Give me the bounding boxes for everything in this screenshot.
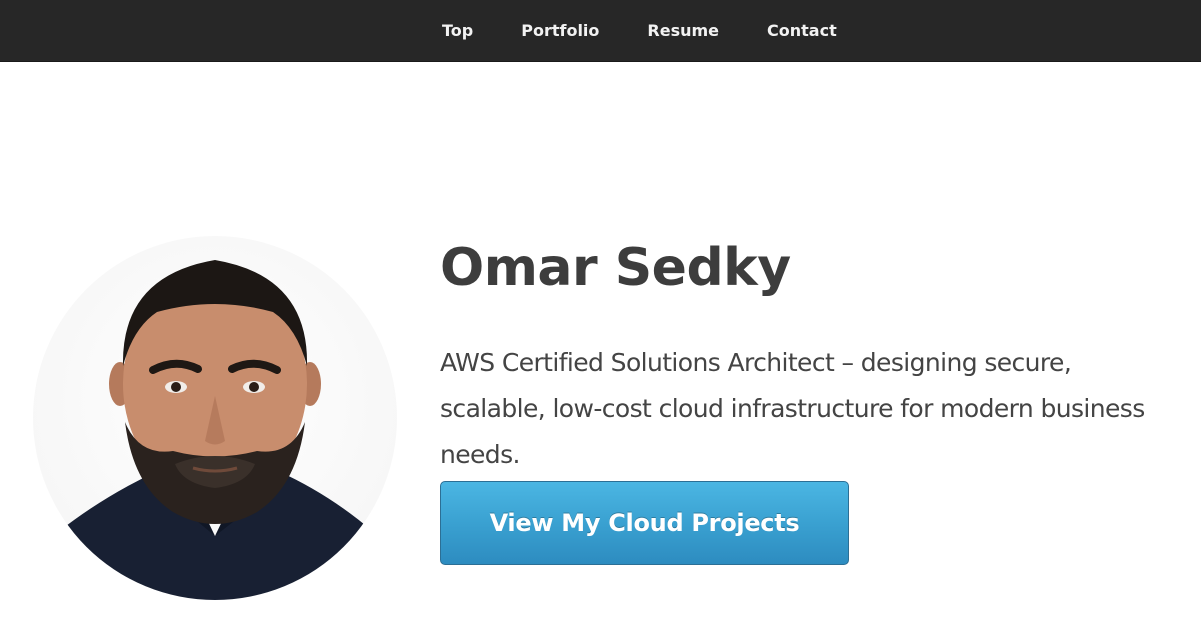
nav-link-contact[interactable]: Contact <box>767 21 837 40</box>
hero-name: Omar Sedky <box>440 238 791 298</box>
nav-link-resume[interactable]: Resume <box>647 21 719 40</box>
nav-link-portfolio[interactable]: Portfolio <box>521 21 599 40</box>
nav-link-top[interactable]: Top <box>442 21 473 40</box>
profile-photo <box>33 236 397 600</box>
nav-menu: Top Portfolio Resume Contact <box>442 0 837 61</box>
hero-tagline: AWS Certified Solutions Architect – desi… <box>440 348 1145 469</box>
top-navbar: Top Portfolio Resume Contact <box>0 0 1201 62</box>
view-cloud-projects-button[interactable]: View My Cloud Projects <box>440 481 849 565</box>
